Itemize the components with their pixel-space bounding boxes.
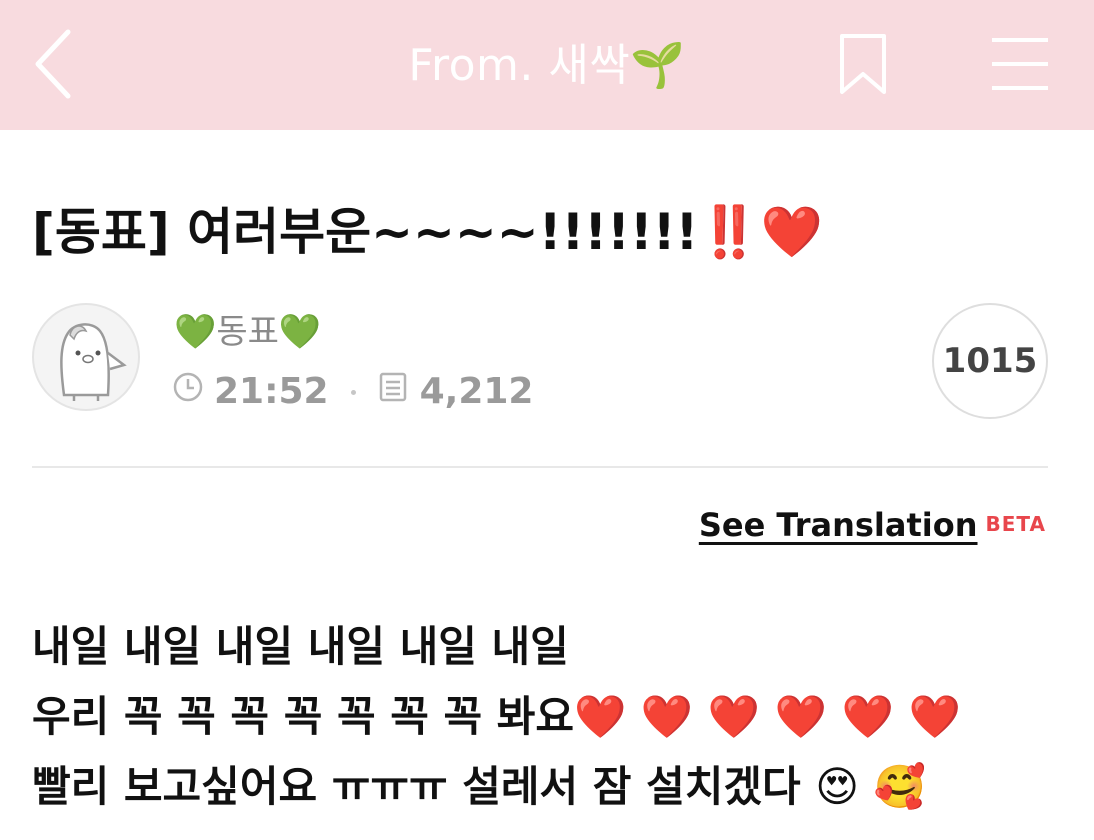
post-meta: 21:52 4,212 (172, 366, 533, 418)
views-icon (378, 366, 408, 418)
avatar[interactable] (32, 303, 140, 411)
body-line: 내일 내일 내일 내일 내일 내일 (32, 622, 569, 671)
post-time: 21:52 (214, 371, 329, 412)
post-title: [동표] 여러부운~~~~!!!!!!!‼️❤️ (32, 203, 823, 261)
board-title: From. 새싹🌱 (408, 40, 686, 91)
author-name[interactable]: 💚동표💚 (174, 306, 321, 358)
divider (32, 466, 1048, 468)
comment-count-button[interactable]: 1015 (932, 303, 1048, 419)
view-count: 4,212 (419, 371, 534, 412)
meta-separator (350, 389, 356, 395)
post-body: 내일 내일 내일 내일 내일 내일 우리 꼭 꼭 꼭 꼭 꼭 꼭 꼭 봐요❤️ … (32, 612, 961, 822)
translation-row: See Translation BETA (699, 506, 1046, 544)
bookmark-icon[interactable] (838, 32, 888, 96)
top-bar: From. 새싹🌱 (0, 0, 1094, 130)
beta-badge: BETA (985, 512, 1046, 536)
see-translation-link[interactable]: See Translation (699, 506, 978, 544)
menu-icon[interactable] (988, 34, 1052, 94)
body-line: 빨리 보고싶어요 ㅠㅠㅠ 설레서 잠 설치겠다 😍 🥰 (32, 762, 926, 811)
body-line: 우리 꼭 꼭 꼭 꼭 꼭 꼭 꼭 봐요❤️ ❤️ ❤️ ❤️ ❤️ ❤️ (32, 692, 961, 741)
clock-icon (172, 366, 204, 418)
